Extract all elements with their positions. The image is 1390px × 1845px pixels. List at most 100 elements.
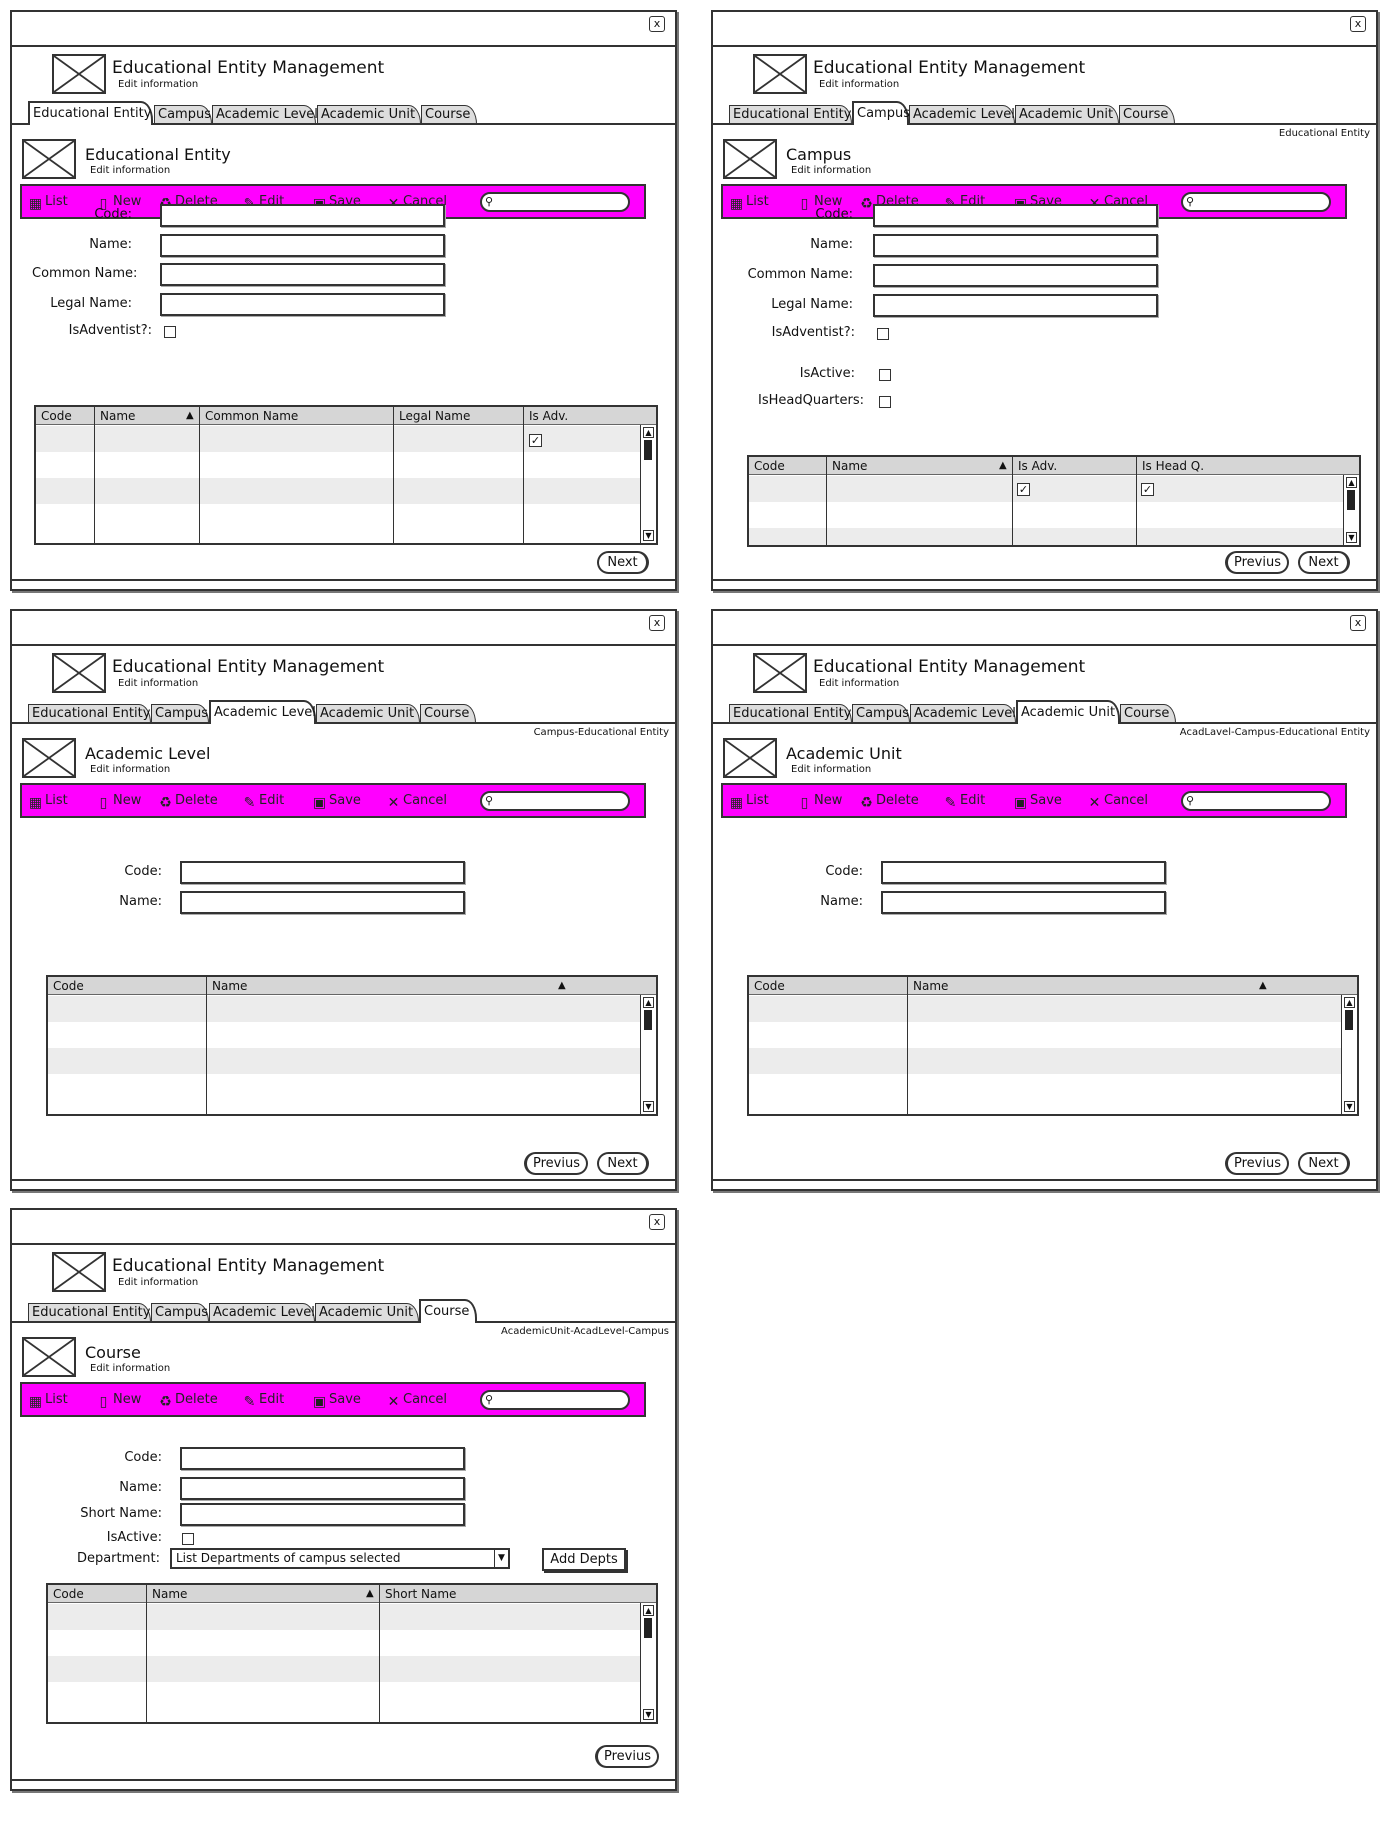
search-input[interactable]: ⚲ xyxy=(480,1390,630,1410)
column-header-name[interactable]: Name xyxy=(207,977,247,995)
column-header-legal-name[interactable]: Legal Name xyxy=(394,407,470,425)
is-adventist-checkbox[interactable] xyxy=(164,326,176,338)
new-button[interactable]: ▯ New xyxy=(797,791,843,811)
sort-up-icon[interactable]: ▲ xyxy=(558,977,566,995)
tab-course[interactable]: Course xyxy=(421,105,477,124)
tab-academic-level[interactable]: Academic Level xyxy=(909,105,1015,124)
common-name-field[interactable] xyxy=(873,264,1158,287)
table-scrollbar[interactable]: ▲ ▼ xyxy=(640,425,656,543)
table-row[interactable] xyxy=(48,1074,640,1100)
is-adventist-checkbox[interactable] xyxy=(877,328,889,340)
column-header-code[interactable]: Code xyxy=(48,977,84,995)
cancel-button[interactable]: ✕Cancel xyxy=(386,791,447,811)
scroll-up-icon[interactable]: ▲ xyxy=(1344,997,1355,1008)
cancel-button[interactable]: ✕Cancel xyxy=(386,1390,447,1410)
save-button[interactable]: ▣Save xyxy=(1013,791,1062,811)
tab-academic-unit[interactable]: Academic Unit xyxy=(317,105,421,124)
cancel-button[interactable]: ✕Cancel xyxy=(1087,791,1148,811)
edit-button[interactable]: ✎Edit xyxy=(242,791,285,811)
sort-up-icon[interactable]: ▲ xyxy=(1259,977,1267,995)
next-button[interactable]: Next xyxy=(597,551,649,574)
next-button[interactable]: Next xyxy=(597,1152,649,1175)
scroll-thumb[interactable] xyxy=(644,1010,652,1030)
tab-campus[interactable]: Campus xyxy=(852,101,910,125)
table-scrollbar[interactable]: ▲ ▼ xyxy=(1341,995,1357,1114)
table-row[interactable] xyxy=(48,1682,640,1708)
scroll-thumb[interactable] xyxy=(1347,490,1355,510)
code-field[interactable] xyxy=(180,1447,465,1470)
tab-campus[interactable]: Campus xyxy=(852,704,910,723)
chevron-down-icon[interactable]: ▼ xyxy=(494,1550,508,1567)
is-headquarters-checkbox[interactable] xyxy=(879,396,891,408)
tab-educational-entity[interactable]: Educational Entity xyxy=(729,704,852,723)
close-button[interactable]: x xyxy=(649,1214,665,1230)
table-row[interactable] xyxy=(749,528,1343,545)
scroll-thumb[interactable] xyxy=(644,440,652,460)
table-row[interactable] xyxy=(749,1022,1341,1048)
previous-button[interactable]: Previus xyxy=(1225,551,1289,574)
close-button[interactable]: x xyxy=(649,16,665,32)
legal-name-field[interactable] xyxy=(873,294,1158,317)
tab-course[interactable]: Course xyxy=(1119,105,1175,124)
column-header-name[interactable]: Name xyxy=(95,407,135,425)
search-input[interactable]: ⚲ xyxy=(1181,791,1331,811)
tab-academic-unit[interactable]: Academic Unit xyxy=(1016,700,1120,724)
close-button[interactable]: x xyxy=(649,615,665,631)
table-row[interactable] xyxy=(36,452,640,478)
tab-academic-unit[interactable]: Academic Unit xyxy=(315,1303,419,1322)
tab-course[interactable]: Course xyxy=(419,1299,477,1323)
list-button[interactable]: ▦ List xyxy=(729,791,769,811)
sort-up-icon[interactable]: ▲ xyxy=(366,1585,374,1603)
table-row[interactable] xyxy=(36,504,640,530)
edit-button[interactable]: ✎Edit xyxy=(943,791,986,811)
new-button[interactable]: ▯ New xyxy=(96,791,142,811)
table-scrollbar[interactable]: ▲ ▼ xyxy=(640,995,656,1114)
code-field[interactable] xyxy=(180,861,465,884)
search-input[interactable]: ⚲ xyxy=(480,192,630,212)
next-button[interactable]: Next xyxy=(1298,1152,1350,1175)
table-row[interactable] xyxy=(749,996,1341,1022)
table-scrollbar[interactable]: ▲ ▼ xyxy=(1343,475,1359,545)
column-header-name[interactable]: Name xyxy=(908,977,948,995)
is-active-checkbox[interactable] xyxy=(182,1533,194,1545)
tab-educational-entity[interactable]: Educational Entity xyxy=(28,704,151,723)
column-header-code[interactable]: Code xyxy=(48,1585,84,1603)
tab-academic-level[interactable]: Academic Level xyxy=(212,105,318,124)
table-row[interactable] xyxy=(749,1048,1341,1074)
column-header-short-name[interactable]: Short Name xyxy=(380,1585,456,1603)
tab-campus[interactable]: Campus xyxy=(154,105,212,124)
column-header-code[interactable]: Code xyxy=(749,457,785,475)
table-row[interactable] xyxy=(48,1630,640,1656)
tab-course[interactable]: Course xyxy=(420,704,476,723)
table-row[interactable] xyxy=(48,1604,640,1630)
table-row[interactable] xyxy=(48,996,640,1022)
column-header-code[interactable]: Code xyxy=(36,407,72,425)
list-button[interactable]: ▦ List xyxy=(28,791,68,811)
scroll-up-icon[interactable]: ▲ xyxy=(643,427,654,438)
next-button[interactable]: Next xyxy=(1298,551,1350,574)
scroll-down-icon[interactable]: ▼ xyxy=(643,530,654,541)
search-input[interactable]: ⚲ xyxy=(480,791,630,811)
close-button[interactable]: x xyxy=(1350,16,1366,32)
code-field[interactable] xyxy=(873,204,1158,227)
department-select[interactable]: List Departments of campus selected ▼ xyxy=(170,1548,510,1569)
previous-button[interactable]: Previus xyxy=(595,1745,659,1768)
table-row[interactable] xyxy=(36,426,640,452)
name-field[interactable] xyxy=(180,891,465,914)
column-header-is-head-q[interactable]: Is Head Q. xyxy=(1137,457,1204,475)
is-adv-checked-checkbox[interactable]: ✓ xyxy=(1017,483,1030,496)
scroll-down-icon[interactable]: ▼ xyxy=(643,1709,654,1720)
table-row[interactable] xyxy=(48,1656,640,1682)
scroll-up-icon[interactable]: ▲ xyxy=(1346,477,1357,488)
previous-button[interactable]: Previus xyxy=(524,1152,588,1175)
legal-name-field[interactable] xyxy=(160,293,445,316)
save-button[interactable]: ▣Save xyxy=(312,1390,361,1410)
column-header-is-adv[interactable]: Is Adv. xyxy=(1013,457,1057,475)
scroll-down-icon[interactable]: ▼ xyxy=(643,1101,654,1112)
common-name-field[interactable] xyxy=(160,263,445,286)
tab-academic-level[interactable]: Academic Level xyxy=(209,1303,315,1322)
scroll-down-icon[interactable]: ▼ xyxy=(1346,532,1357,543)
column-header-code[interactable]: Code xyxy=(749,977,785,995)
tab-educational-entity[interactable]: Educational Entity xyxy=(28,101,153,125)
is-active-checkbox[interactable] xyxy=(879,369,891,381)
